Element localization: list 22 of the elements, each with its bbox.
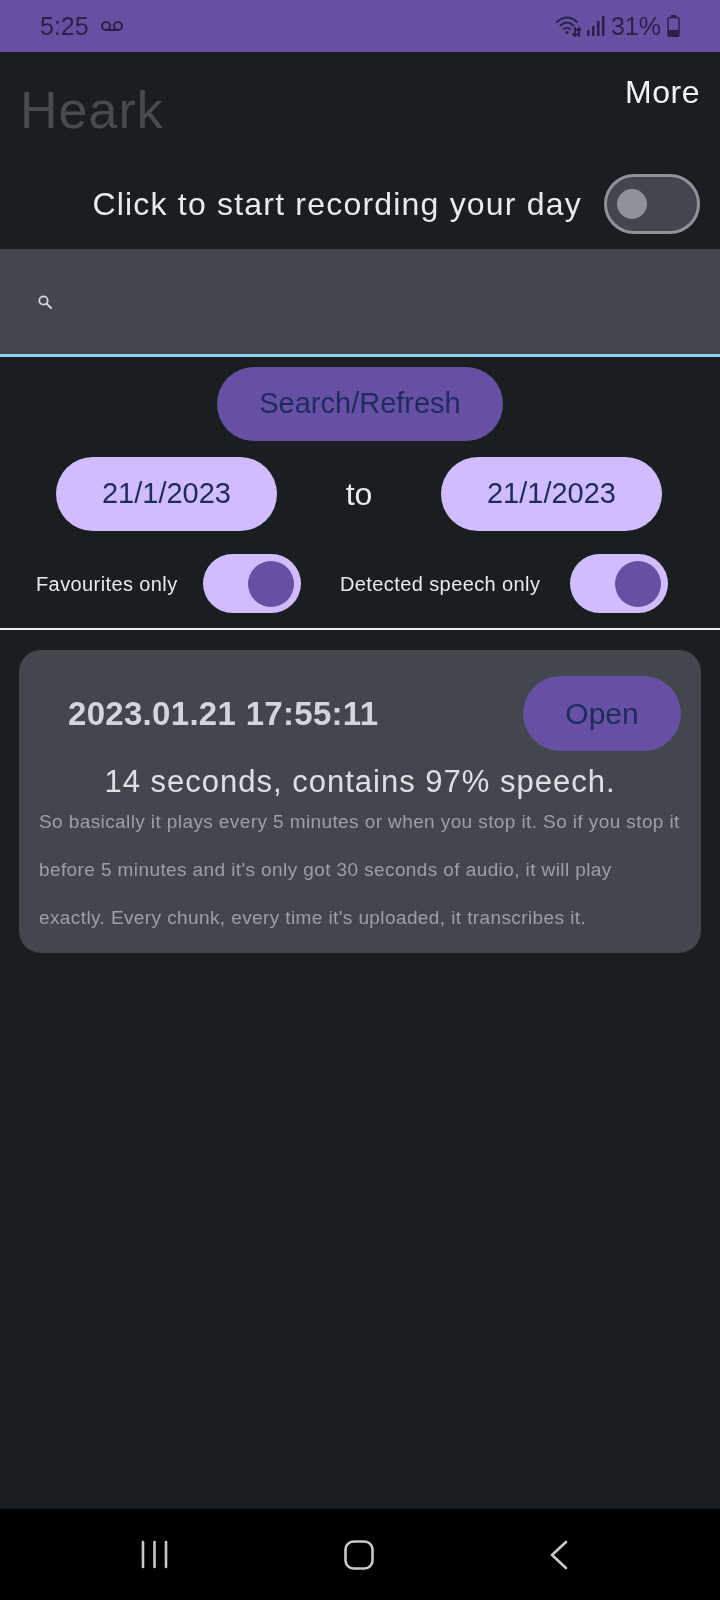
signal-icon	[586, 16, 605, 36]
start-date-button[interactable]: 21/1/2023	[56, 457, 277, 531]
filter-label: Favourites only	[36, 571, 178, 596]
battery-icon	[667, 15, 680, 37]
wifi-icon	[555, 15, 581, 37]
recording-label: Click to start recording your day	[92, 184, 582, 224]
search-icon	[38, 294, 52, 309]
date-range-separator: to	[345, 474, 373, 514]
battery-percentage: 31%	[610, 13, 661, 39]
recent-apps-icon[interactable]	[141, 1540, 168, 1569]
clock-time: 5:25	[40, 13, 89, 39]
more-menu-button[interactable]: More	[625, 76, 700, 108]
home-icon[interactable]	[344, 1539, 374, 1570]
filter-label: Detected speech only	[340, 571, 541, 596]
recording-timestamp: 2023.01.21 17:55:11	[68, 693, 379, 734]
search-field[interactable]	[0, 249, 720, 357]
end-date-button[interactable]: 21/1/2023	[441, 457, 662, 531]
voicemail-icon	[100, 20, 123, 32]
recording-summary: 14 seconds, contains 97% speech.	[103, 766, 617, 798]
transcript-text: So basically it plays every 5 minutes or when you stop it. So if you stop it before 5 minutes and it's only got 30 seconds of audio, it will play exactly. Every chunk, every time it's uploaded, it transcribes it.	[38, 810, 681, 930]
toggle-switch[interactable]	[604, 174, 700, 234]
back-icon[interactable]	[550, 1539, 568, 1570]
